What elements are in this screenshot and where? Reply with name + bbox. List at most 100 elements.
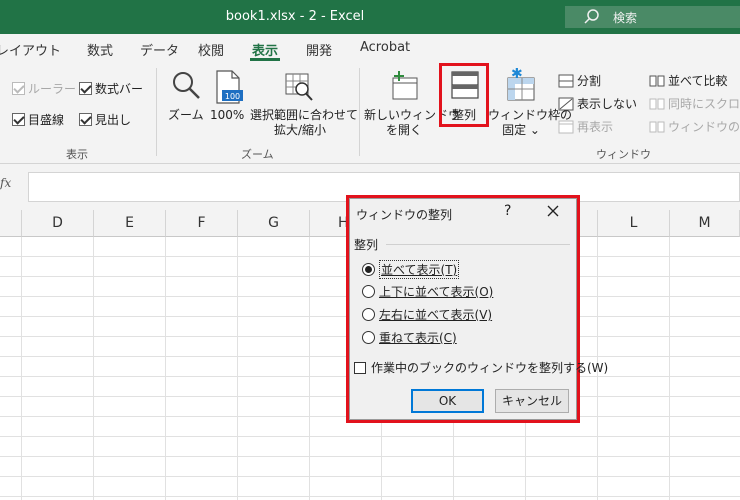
radio-icon [362,285,375,298]
freeze-panes-label-2: 固定 ⌄ [502,123,540,137]
headings-checkbox[interactable]: 見出し [79,111,131,128]
side-by-side-icon [649,75,665,86]
freeze-panes-button[interactable]: ✱ ウィンドウ枠の 固定 ⌄ [488,66,573,140]
freeze-panes-icon: ✱ [507,68,535,101]
search-label: 検索 [613,11,638,25]
ruler-checkbox[interactable]: ルーラー [12,80,76,97]
split-button[interactable]: 分割 [558,72,601,89]
window-group-label: ウィンドウ [596,148,651,161]
reset-position-icon [649,121,665,132]
column-header-f[interactable]: F [166,210,238,237]
radio-horizontal-label: 上下に並べて表示(O) [379,285,494,299]
reset-window-position-button[interactable]: ウィンドウの位置 [649,118,740,135]
tab-developer[interactable]: 開発 [306,40,332,59]
unhide-icon [558,120,574,133]
magnifier-icon [173,72,200,99]
unhide-button[interactable]: 再表示 [558,118,613,135]
checkbox-icon [79,113,92,126]
checkbox-icon [79,82,92,95]
zoom-selection-icon [285,73,313,101]
grid-column-line [21,237,22,500]
tab-page-layout[interactable]: レイアウト [0,40,61,59]
new-window-label-1: 新しいウィンドウ [364,108,461,122]
zoom-100-icon-text: 100 [225,92,240,101]
formula-bar-checkbox[interactable]: 数式バー [79,80,143,97]
side-by-side-label: 並べて比較 [668,74,728,88]
column-header-m[interactable]: M [670,210,740,237]
group-divider [359,68,360,156]
unhide-label: 再表示 [577,120,614,134]
radio-cascade[interactable]: 重ねて表示(C) [362,329,457,346]
new-window-button[interactable]: 新しいウィンドウ を開く [364,66,461,140]
checkbox-icon [354,361,366,374]
tab-acrobat[interactable]: Acrobat [360,40,410,55]
arrange-group-label: 整列 [354,238,379,252]
checkbox-icon [12,113,25,126]
zoom-to-selection-button[interactable]: 選択範囲に合わせて 拡大/縮小 [250,66,359,140]
tab-formulas[interactable]: 数式 [87,40,113,59]
show-group-label: 表示 [66,148,88,161]
ribbon: ルーラー 数式バー 目盛線 見出し 表示 ズーム 100 100% 選択範囲に合… [0,62,740,164]
group-divider [156,68,157,156]
synchronous-scrolling-button[interactable]: 同時にスクロール [649,95,740,112]
new-window-label-2: を開く [385,123,422,137]
title-bar: book1.xlsx - 2 - Excel 検索 [0,0,740,34]
radio-vertical-label: 左右に並べて表示(V) [379,308,493,322]
sync-scroll-label: 同時にスクロール [668,97,740,111]
ribbon-tabs: レイアウト 数式 データ 校閲 表示 開発 Acrobat [0,34,740,62]
zoom-group-label: ズーム [241,148,274,161]
radio-tiled[interactable]: 並べて表示(T) [362,260,460,279]
radio-horizontal[interactable]: 上下に並べて表示(O) [362,283,493,300]
active-workbook-checkbox[interactable]: 作業中のブックのウィンドウを整列する(W) [354,359,608,376]
search-box[interactable]: 検索 [565,6,740,28]
close-icon[interactable] [546,204,560,218]
cancel-button[interactable]: キャンセル [495,389,569,413]
freeze-star: ✱ [511,68,523,82]
zoom-selection-label-2: 拡大/縮小 [273,123,327,137]
group-divider-line [386,244,570,245]
dialog-title: ウィンドウの整列 [356,208,453,222]
hide-button[interactable]: 表示しない [558,95,637,112]
reset-position-label: ウィンドウの位置 [668,120,740,134]
ok-button[interactable]: OK [411,389,484,413]
grid-column-line [93,237,94,500]
fx-icon[interactable]: fx [0,176,11,190]
zoom-100-label: 100% [210,108,245,122]
gridlines-label: 目盛線 [28,113,65,127]
grid-column-line [309,237,310,500]
radio-selected-icon [362,263,375,276]
arrange-all-highlight [439,63,489,127]
grid-column-line [669,237,670,500]
freeze-panes-label-1: ウィンドウ枠の [488,108,573,122]
ruler-label: ルーラー [28,82,77,96]
tab-review[interactable]: 校閲 [198,40,224,59]
zoom-selection-label-1: 選択範囲に合わせて [250,108,359,122]
page-100-icon: 100 [216,70,243,104]
radio-tiled-label: 並べて表示(T) [379,260,460,279]
hide-icon [558,97,574,110]
active-tab-indicator [250,58,280,61]
headings-label: 見出し [95,113,132,127]
radio-vertical[interactable]: 左右に並べて表示(V) [362,306,492,323]
radio-icon [362,308,375,321]
column-header-d[interactable]: D [22,210,94,237]
grid-column-line [165,237,166,500]
active-workbook-label: 作業中のブックのウィンドウを整列する(W) [371,361,609,375]
tab-view[interactable]: 表示 [252,40,278,59]
radio-icon [362,331,375,344]
search-icon [584,9,599,24]
help-button[interactable]: ? [504,203,511,219]
grid-column-line [237,237,238,500]
column-header-g[interactable]: G [238,210,310,237]
hide-label: 表示しない [577,97,638,111]
column-header-l[interactable]: L [598,210,670,237]
gridlines-checkbox[interactable]: 目盛線 [12,111,64,128]
zoom-100-button[interactable]: 100 100% [208,66,248,130]
checkbox-icon [12,82,25,95]
view-side-by-side-button[interactable]: 並べて比較 [649,72,728,89]
column-header-e[interactable]: E [94,210,166,237]
tab-data[interactable]: データ [140,40,179,59]
arrange-windows-dialog: ウィンドウの整列 ? 整列 並べて表示(T) 上下に並べて表示(O) 左右に並べ… [349,198,608,420]
zoom-button[interactable]: ズーム [164,66,208,130]
row-header-corner[interactable] [0,210,22,237]
